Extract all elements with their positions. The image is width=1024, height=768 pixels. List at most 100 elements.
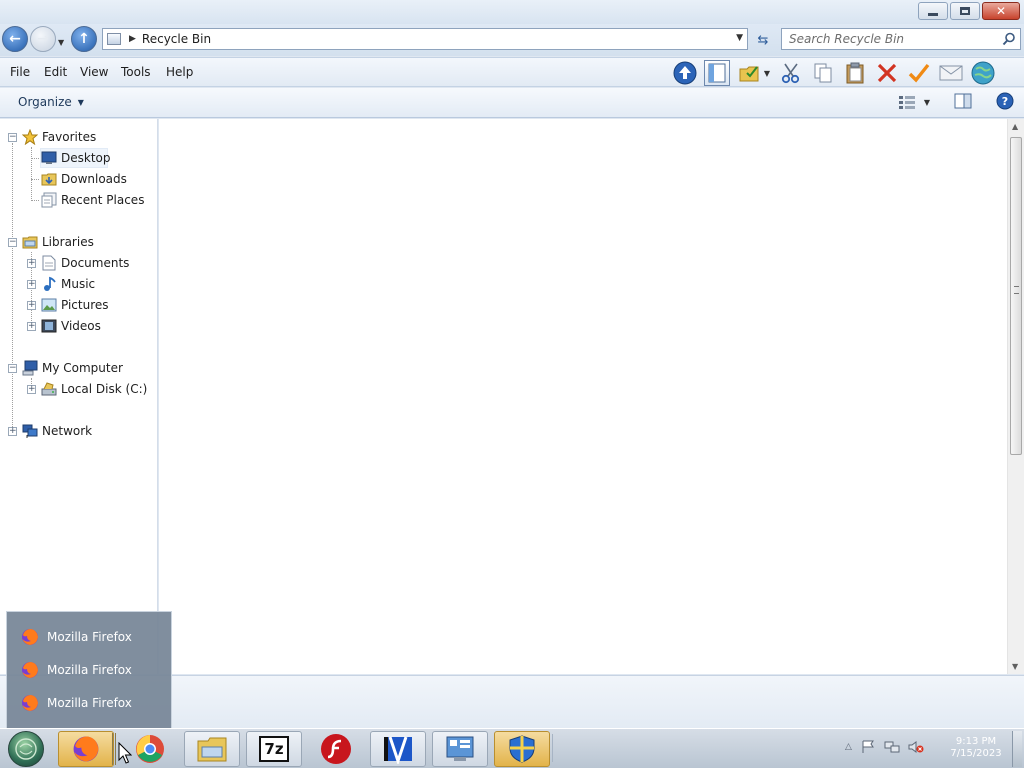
taskbar-firefox[interactable] <box>58 731 114 767</box>
tree-music[interactable]: Music <box>41 274 95 294</box>
documents-expander[interactable]: + <box>27 259 36 268</box>
organize-button[interactable]: Organize ▼ <box>18 95 84 109</box>
menu-help[interactable]: Help <box>166 65 193 79</box>
folder-icon <box>197 737 227 762</box>
address-row: ← → ▼ ↑ ▶ Recycle Bin ▼ ⇆ <box>0 24 1024 56</box>
maximize-button[interactable] <box>950 2 980 20</box>
libraries-expander[interactable]: − <box>8 238 17 247</box>
scroll-up-icon[interactable]: ▲ <box>1012 122 1018 131</box>
firefox-window-item-1[interactable]: Mozilla Firefox <box>21 627 132 647</box>
vertical-scrollbar[interactable]: ▲ ▼ <box>1007 119 1024 674</box>
email-button[interactable] <box>938 60 964 86</box>
forward-button[interactable]: → <box>30 26 56 52</box>
address-dropdown-icon[interactable]: ▼ <box>736 33 743 43</box>
breadcrumb-separator-icon[interactable]: ▶ <box>129 34 136 44</box>
browse-web-button[interactable] <box>970 60 996 86</box>
tree-label: Recent Places <box>61 193 145 207</box>
breadcrumb-recycle-bin[interactable]: Recycle Bin <box>142 32 211 46</box>
search-input[interactable] <box>789 32 999 46</box>
tree-my-computer[interactable]: My Computer <box>22 358 123 378</box>
tree-line <box>12 143 13 431</box>
copy-button[interactable] <box>810 60 836 86</box>
delete-button[interactable] <box>874 60 900 86</box>
up-arrow-icon: ↑ <box>78 31 90 47</box>
search-icon[interactable] <box>1002 32 1016 46</box>
tree-pictures[interactable]: Pictures <box>41 295 109 315</box>
tree-desktop[interactable]: Desktop <box>40 148 111 168</box>
local-disk-expander[interactable]: + <box>27 385 36 394</box>
scroll-down-icon[interactable]: ▼ <box>1012 662 1018 671</box>
details-view-icon <box>898 95 915 109</box>
command-bar: Organize ▼ ▼ ? <box>0 88 1024 118</box>
file-list-pane[interactable] <box>159 119 1007 674</box>
menu-bar: File Edit View Tools Help ▼ <box>0 57 1024 87</box>
tree-label: My Computer <box>42 361 123 375</box>
preview-pane-toggle[interactable] <box>954 93 972 112</box>
recent-pages-dropdown[interactable]: ▼ <box>58 34 64 48</box>
minimize-icon <box>928 12 938 16</box>
music-expander[interactable]: + <box>27 280 36 289</box>
up-button[interactable]: ↑ <box>71 26 97 52</box>
window-title: Mozilla Firefox <box>47 696 132 710</box>
tree-libraries[interactable]: Libraries <box>22 232 94 252</box>
network-tray-icon[interactable] <box>884 740 900 754</box>
address-bar[interactable]: ▶ Recycle Bin ▼ <box>102 28 748 50</box>
check-icon <box>908 63 930 83</box>
close-button[interactable]: ✕ <box>982 2 1020 20</box>
taskbar-7zip[interactable]: 7z <box>246 731 302 767</box>
firefox-window-item-2[interactable]: Mozilla Firefox <box>21 660 132 680</box>
start-orb-icon <box>15 738 37 760</box>
scrollbar-thumb[interactable] <box>1010 137 1022 455</box>
preview-pane-button[interactable] <box>704 60 730 86</box>
forward-arrow-icon: → <box>37 31 49 47</box>
tree-local-disk[interactable]: Local Disk (C:) <box>41 379 147 399</box>
tree-network[interactable]: Network <box>22 421 92 441</box>
help-button[interactable]: ? <box>996 92 1014 113</box>
taskbar-flash[interactable] <box>308 731 364 767</box>
cut-icon <box>781 63 800 84</box>
firefox-window-item-3[interactable]: Mozilla Firefox <box>21 693 132 713</box>
cut-button[interactable] <box>778 60 804 86</box>
tree-videos[interactable]: Videos <box>41 316 101 336</box>
menu-edit[interactable]: Edit <box>44 65 67 79</box>
minimize-button[interactable] <box>918 2 948 20</box>
action-center-flag-icon[interactable] <box>860 740 876 754</box>
tree-favorites[interactable]: Favorites <box>22 127 96 147</box>
favorites-expander[interactable]: − <box>8 133 17 142</box>
volume-muted-icon[interactable] <box>908 740 924 754</box>
videos-expander[interactable]: + <box>27 322 36 331</box>
paste-icon <box>846 62 864 84</box>
notification-area: △ 9:13 PM 7/15/2023 <box>552 734 1010 762</box>
tree-recent-places[interactable]: Recent Places <box>41 190 144 210</box>
libraries-icon <box>22 234 38 250</box>
pictures-expander[interactable]: + <box>27 301 36 310</box>
menu-file[interactable]: File <box>10 65 30 79</box>
menu-view[interactable]: View <box>80 65 108 79</box>
flash-icon <box>321 734 351 764</box>
tree-label: Network <box>42 424 93 438</box>
paste-button[interactable] <box>842 60 868 86</box>
up-folder-button[interactable] <box>672 60 698 86</box>
view-options-button[interactable]: ▼ <box>898 95 930 111</box>
system-clock[interactable]: 9:13 PM 7/15/2023 <box>946 736 1006 760</box>
my-computer-expander[interactable]: − <box>8 364 17 373</box>
network-expander[interactable]: + <box>8 427 17 436</box>
properties-button[interactable] <box>906 60 932 86</box>
taskbar-file-explorer[interactable] <box>184 731 240 767</box>
taskbar-video-editor[interactable] <box>370 731 426 767</box>
menu-tools[interactable]: Tools <box>121 65 151 79</box>
desktop-icon <box>41 150 57 166</box>
refresh-button[interactable]: ⇆ <box>752 30 774 50</box>
taskbar-control-panel[interactable] <box>432 731 488 767</box>
back-button[interactable]: ← <box>2 26 28 52</box>
search-box[interactable] <box>781 28 1021 50</box>
show-hidden-icons-icon[interactable]: △ <box>845 742 852 752</box>
tree-documents[interactable]: Documents <box>41 253 129 273</box>
tree-line <box>31 200 39 201</box>
tree-downloads[interactable]: Downloads <box>41 169 127 189</box>
show-desktop-button[interactable] <box>1012 731 1022 767</box>
check-folder-button[interactable]: ▼ <box>736 60 772 86</box>
taskbar-security-center[interactable] <box>494 731 550 767</box>
downloads-folder-icon <box>41 171 57 187</box>
start-button[interactable] <box>8 731 44 767</box>
